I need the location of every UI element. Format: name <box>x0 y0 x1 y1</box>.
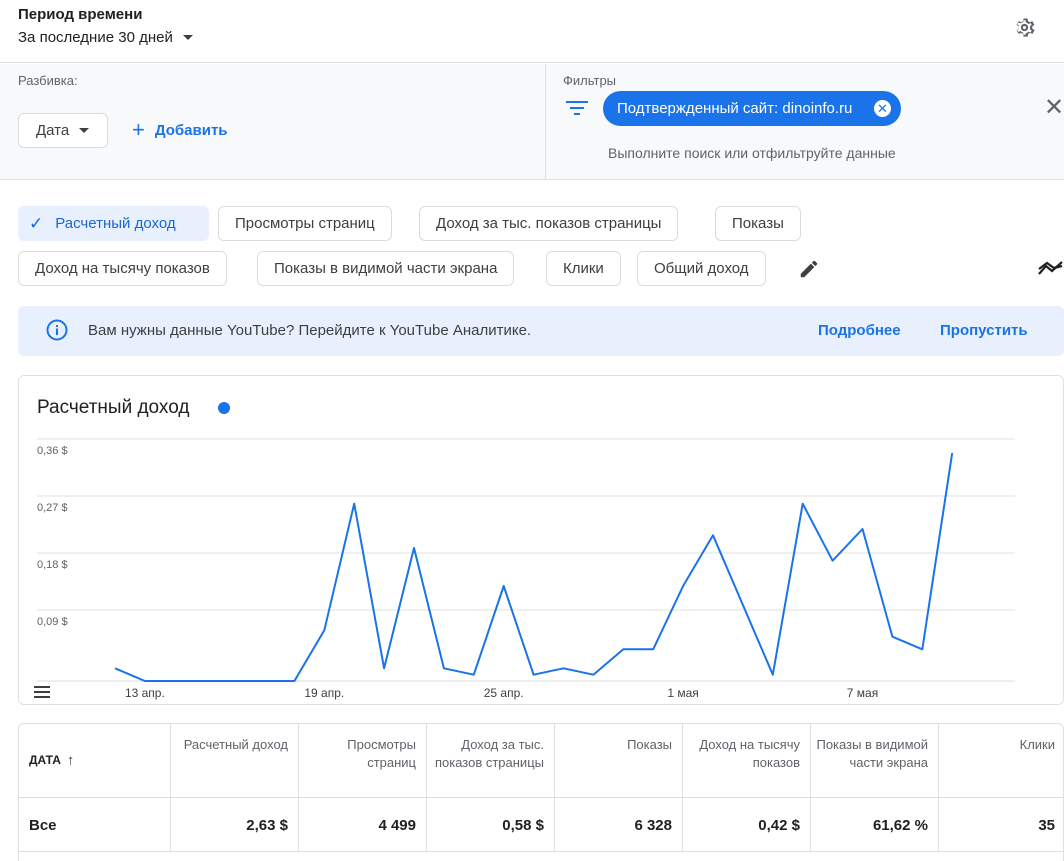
remove-filter-icon[interactable]: ✕ <box>874 100 891 117</box>
column-header-clicks[interactable]: Клики <box>938 724 1063 797</box>
column-header-label: ДАТА <box>29 752 61 767</box>
total-page-views: 4 499 <box>298 798 426 851</box>
breakdown-label: Разбивка: <box>18 73 78 88</box>
metric-chip-label: Показы в видимой части экрана <box>274 260 498 277</box>
top-bar: Период времени За последние 30 дней <box>0 0 1064 63</box>
column-header-impressions[interactable]: Показы <box>554 724 682 797</box>
series-line <box>114 452 954 682</box>
x-tick-label: 7 мая <box>847 686 878 700</box>
gear-icon[interactable] <box>1012 15 1037 40</box>
youtube-banner: Вам нужны данные YouTube? Перейдите к Yo… <box>18 306 1064 356</box>
pencil-icon[interactable] <box>798 258 820 280</box>
metric-chip-label: Доход на тысячу показов <box>35 260 210 277</box>
filters-label: Фильтры <box>563 73 617 88</box>
y-tick-label: 0,36 $ <box>37 445 68 457</box>
metric-chip-viewability[interactable]: Показы в видимой части экрана <box>257 251 515 286</box>
filter-search-input[interactable]: Выполните поиск или отфильтруйте данные <box>608 145 896 161</box>
x-tick-label: 19 апр. <box>304 686 344 700</box>
close-icon[interactable]: ✕ <box>1044 96 1064 120</box>
x-tick-label: 13 апр. <box>125 686 165 700</box>
skip-button[interactable]: Пропустить <box>940 322 1028 339</box>
divider <box>545 64 546 180</box>
column-header-date[interactable]: ДАТА ↑ <box>19 724 170 797</box>
metric-chip-label: Просмотры страниц <box>235 215 375 232</box>
table-view-icon[interactable] <box>34 686 50 698</box>
metric-chip-label: Показы <box>732 215 784 232</box>
period-dropdown[interactable]: За последние 30 дней <box>18 29 193 46</box>
compare-trend-icon[interactable] <box>1038 258 1064 278</box>
total-page-rpm: 0,58 $ <box>426 798 554 851</box>
metric-chip-label: Клики <box>563 260 604 277</box>
total-impressions: 6 328 <box>554 798 682 851</box>
metric-chip-page-views[interactable]: Просмотры страниц <box>218 206 392 241</box>
chart-card: Расчетный доход 0,36 $0,27 $0,18 $0,09 $… <box>18 375 1064 705</box>
caret-down-icon <box>182 35 193 40</box>
total-impression-rpm: 0,42 $ <box>682 798 810 851</box>
banner-message: Вам нужны данные YouTube? Перейдите к Yo… <box>88 322 532 339</box>
metric-chip-clicks[interactable]: Клики <box>546 251 621 286</box>
x-tick-label: 25 апр. <box>484 686 524 700</box>
metric-chip-estimated-earnings[interactable]: ✓ Расчетный доход <box>18 206 209 241</box>
line-chart: 0,36 $ 0,27 $ 0,18 $ 0,09 $ 13 апр. 19 апр. 25… <box>37 438 1015 700</box>
check-icon: ✓ <box>29 213 44 233</box>
metric-chip-impressions[interactable]: Показы <box>715 206 801 241</box>
total-clicks: 35 <box>938 798 1063 851</box>
column-header-impression-rpm[interactable]: Доход на тысячу показов <box>682 724 810 797</box>
y-tick-label: 0,18 $ <box>37 559 68 571</box>
metric-chip-total-earnings[interactable]: Общий доход <box>637 251 766 286</box>
plus-icon: + <box>132 117 145 142</box>
period-title: Период времени <box>18 6 143 23</box>
metric-chip-page-rpm[interactable]: Доход за тыс. показов страницы <box>419 206 679 241</box>
add-breakdown-button[interactable]: + Добавить <box>132 117 228 142</box>
breakdown-filter-panel: Разбивка: Дата + Добавить Фильтры Подтве… <box>0 64 1064 180</box>
site-filter-chip[interactable]: Подтвержденный сайт: dinoinfo.ru ✕ <box>603 91 901 126</box>
learn-more-link[interactable]: Подробнее <box>818 322 901 339</box>
data-table: ДАТА ↑ Расчетный доход Просмотры страниц… <box>18 723 1064 861</box>
breakdown-date-dropdown[interactable]: Дата <box>18 113 108 148</box>
metric-chip-label: Доход за тыс. показов страницы <box>436 215 662 232</box>
add-breakdown-label: Добавить <box>154 121 228 139</box>
site-filter-label: Подтвержденный сайт: dinoinfo.ru <box>617 100 853 117</box>
column-header-page-views[interactable]: Просмотры страниц <box>298 724 426 797</box>
filter-icon[interactable] <box>566 100 588 116</box>
total-estimated-earnings: 2,63 $ <box>170 798 298 851</box>
column-header-page-rpm[interactable]: Доход за тыс. показов страницы <box>426 724 554 797</box>
breakdown-date-label: Дата <box>36 122 70 139</box>
divider <box>19 851 1063 852</box>
column-header-viewability[interactable]: Показы в видимой части экрана <box>810 724 938 797</box>
column-header-estimated-earnings[interactable]: Расчетный доход <box>170 724 298 797</box>
caret-down-icon <box>79 128 90 133</box>
period-value: За последние 30 дней <box>18 29 173 46</box>
total-row-label: Все <box>29 817 57 834</box>
total-viewability: 61,62 % <box>810 798 938 851</box>
sort-arrow-up-icon: ↑ <box>66 751 75 769</box>
y-tick-label: 0,27 $ <box>37 502 68 514</box>
y-tick-label: 0,09 $ <box>37 616 68 628</box>
metric-chip-label: Расчетный доход <box>55 215 176 232</box>
metric-chip-impression-rpm[interactable]: Доход на тысячу показов <box>18 251 227 286</box>
x-tick-label: 1 мая <box>667 686 698 700</box>
info-icon <box>46 319 68 341</box>
metric-chip-label: Общий доход <box>654 260 749 277</box>
